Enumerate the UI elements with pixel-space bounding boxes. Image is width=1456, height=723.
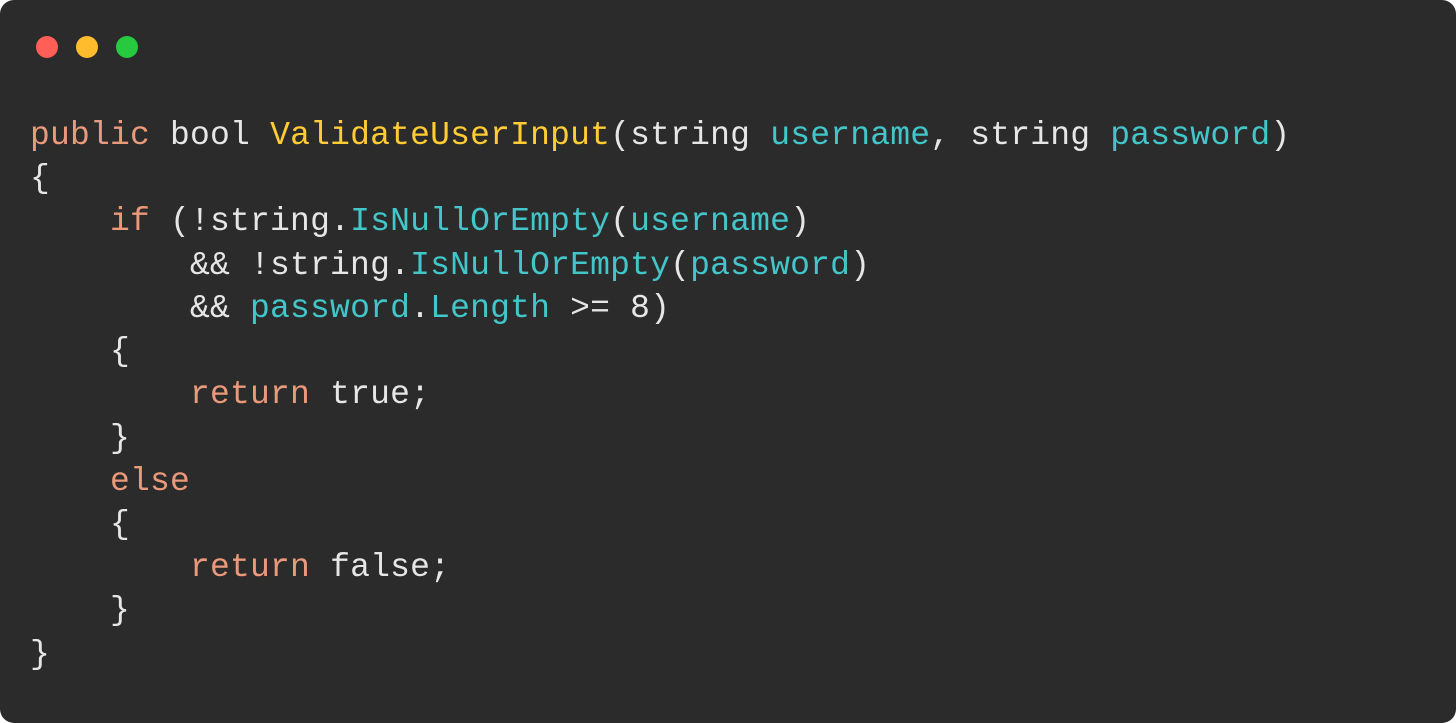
code-window: public bool ValidateUserInput(string use… [0,0,1456,723]
code-token-default [30,290,190,327]
code-token-punct: , [930,117,970,154]
code-line: { [30,506,130,543]
code-token-type: string [270,247,390,284]
code-line: return true; [30,376,430,413]
code-line: { [30,333,130,370]
code-token-punct: } [30,592,130,629]
code-token-punct: ) [1270,117,1290,154]
code-token-default [30,463,110,500]
code-token-default [750,117,770,154]
code-token-keyword: public [30,117,150,154]
code-block: public bool ValidateUserInput(string use… [30,114,1426,676]
code-token-bool: true [330,376,410,413]
code-token-default [1090,117,1110,154]
window-controls [36,36,1426,58]
code-token-keyword: return [190,376,310,413]
code-token-member: IsNullOrEmpty [410,247,670,284]
code-line: && !string.IsNullOrEmpty(password) [30,247,870,284]
code-token-param: username [770,117,930,154]
code-token-param: password [690,247,850,284]
code-line: } [30,592,130,629]
code-token-keyword: if [110,203,150,240]
code-token-punct: ( [610,203,630,240]
code-token-punct: . [410,290,430,327]
code-line: return false; [30,549,450,586]
code-token-punct: ; [410,376,430,413]
code-token-punct: >= [550,290,630,327]
code-token-default [310,376,330,413]
code-token-punct: } [30,636,50,673]
code-token-punct: { [30,506,130,543]
code-line: } [30,420,130,457]
code-token-default [30,247,190,284]
code-line: if (!string.IsNullOrEmpty(username) [30,203,810,240]
code-token-type: string [630,117,750,154]
close-icon[interactable] [36,36,58,58]
code-token-default [310,549,330,586]
code-token-default [150,117,170,154]
code-token-method: ValidateUserInput [270,117,610,154]
code-token-punct: ( [670,247,690,284]
code-token-member: Length [430,290,550,327]
zoom-icon[interactable] [116,36,138,58]
code-token-punct: { [30,333,130,370]
code-token-punct: && ! [190,247,270,284]
code-token-bool: false [330,549,430,586]
code-token-punct: { [30,160,50,197]
code-token-punct: ( [610,117,630,154]
code-token-punct: && [190,290,250,327]
code-token-type: bool [170,117,250,154]
code-line: public bool ValidateUserInput(string use… [30,117,1290,154]
code-token-punct: ) [650,290,670,327]
code-token-type: string [210,203,330,240]
code-token-punct: (! [150,203,210,240]
code-token-number: 8 [630,290,650,327]
code-token-param: password [1110,117,1270,154]
code-token-default [30,203,110,240]
code-token-punct: ) [790,203,810,240]
code-token-default [30,376,190,413]
code-token-punct: . [330,203,350,240]
code-token-keyword: return [190,549,310,586]
code-line: { [30,160,50,197]
code-token-param: password [250,290,410,327]
code-token-punct: ; [430,549,450,586]
code-line: } [30,636,50,673]
code-token-default [250,117,270,154]
code-token-member: IsNullOrEmpty [350,203,610,240]
code-token-keyword: else [110,463,190,500]
code-token-punct: ) [850,247,870,284]
code-line: && password.Length >= 8) [30,290,670,327]
code-token-punct: . [390,247,410,284]
code-token-param: username [630,203,790,240]
code-token-type: string [970,117,1090,154]
code-token-default [30,549,190,586]
minimize-icon[interactable] [76,36,98,58]
code-token-punct: } [30,420,130,457]
code-line: else [30,463,190,500]
